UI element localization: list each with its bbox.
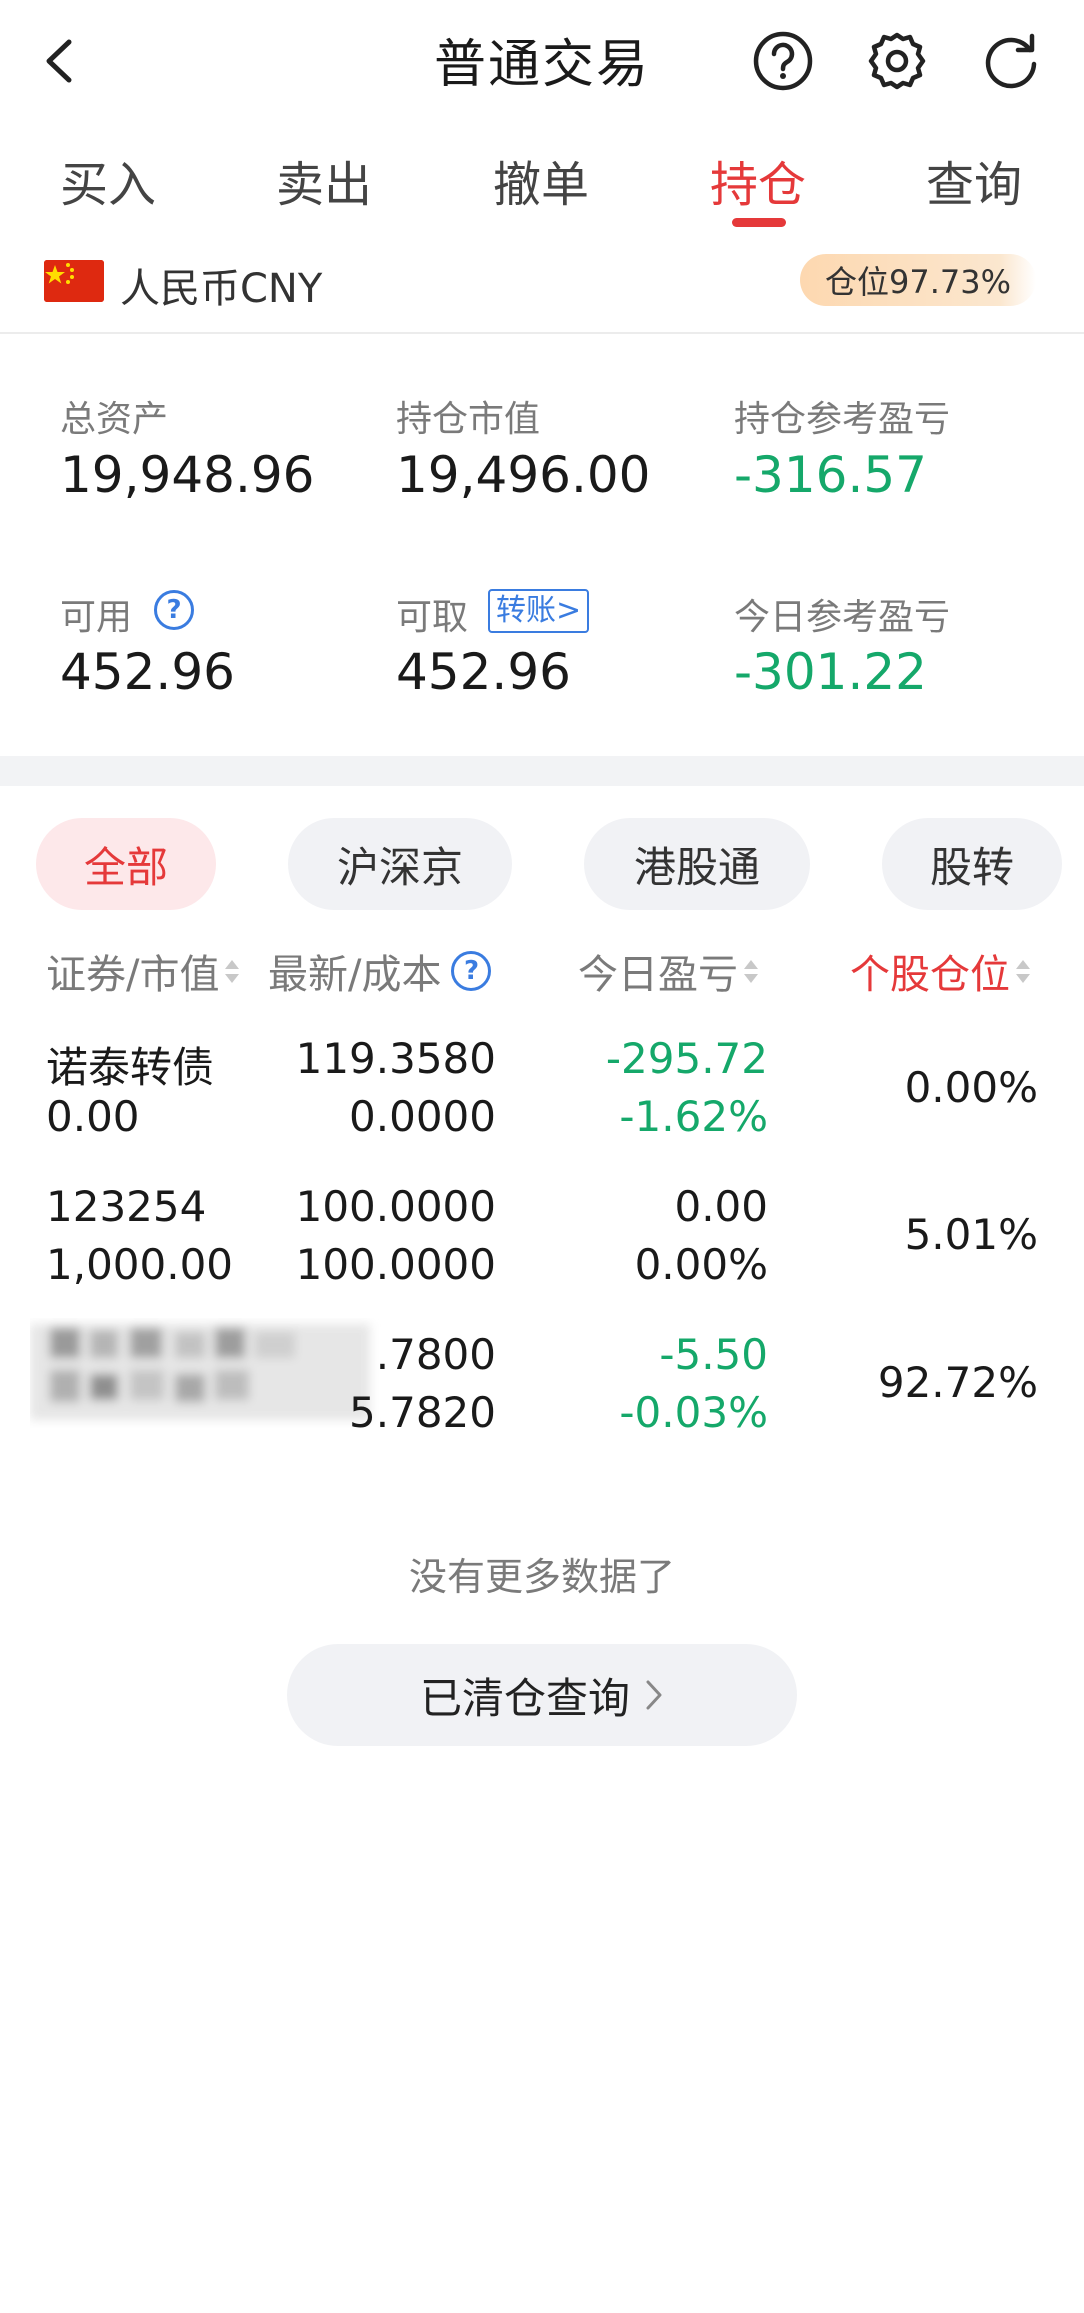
- filter-sh-sz-bj[interactable]: 沪深京: [288, 818, 512, 910]
- sort-icon: [1014, 954, 1032, 988]
- divider: [0, 332, 1084, 334]
- security-name: 123254: [46, 1182, 207, 1231]
- col-weight-header[interactable]: 个股仓位: [850, 942, 1032, 1000]
- position-weight: 0.00%: [904, 1063, 1038, 1112]
- chevron-right-icon: [646, 1680, 662, 1710]
- latest-price: 119.3580: [295, 1034, 496, 1083]
- position-pl-label: 持仓参考盈亏: [734, 399, 951, 440]
- withdrawable-value: 452.96: [396, 643, 571, 701]
- settings-icon[interactable]: [862, 26, 932, 96]
- tab-buy[interactable]: 买入: [60, 145, 156, 215]
- today-pl-value: -301.22: [734, 643, 927, 701]
- transfer-button[interactable]: 转账>: [488, 589, 590, 633]
- today-pl: -295.72: [605, 1034, 768, 1083]
- position-weight: 92.72%: [877, 1358, 1038, 1407]
- col-today-pl-header[interactable]: 今日盈亏: [578, 942, 760, 1000]
- tab-query[interactable]: 查询: [926, 145, 1022, 215]
- today-pl: 0.00: [674, 1182, 768, 1231]
- latest-price: 100.0000: [295, 1182, 496, 1231]
- today-pl-label: 今日参考盈亏: [734, 597, 951, 638]
- available-label: 可用: [60, 597, 133, 638]
- market-value: 1,000.00: [46, 1240, 234, 1289]
- today-pl-pct: 0.00%: [634, 1240, 768, 1289]
- section-divider: [0, 756, 1084, 786]
- help-icon[interactable]: [748, 26, 818, 96]
- cleared-positions-query-button[interactable]: 已清仓查询: [287, 1644, 797, 1746]
- total-assets-label: 总资产: [60, 399, 169, 440]
- filter-neeq[interactable]: 股转: [882, 818, 1062, 910]
- sort-icon: [742, 954, 760, 988]
- currency-label: 人民币CNY: [120, 266, 323, 312]
- cost-price: 5.7820: [349, 1388, 496, 1437]
- cost-price: 0.0000: [349, 1092, 496, 1141]
- active-tab-indicator: [732, 218, 786, 227]
- available-value: 452.96: [60, 643, 235, 701]
- cost-price: 100.0000: [295, 1240, 496, 1289]
- market-value-value: 19,496.00: [396, 446, 651, 504]
- filter-hk-connect[interactable]: 港股通: [584, 818, 810, 910]
- col-price-header[interactable]: 最新/成本 ?: [268, 942, 492, 1000]
- security-name: 诺泰转债: [46, 1043, 215, 1092]
- tab-positions[interactable]: 持仓: [710, 145, 806, 215]
- latest-price: .7800: [375, 1330, 496, 1379]
- sort-icon: [223, 954, 241, 988]
- today-pl-pct: -0.03%: [619, 1388, 768, 1437]
- total-assets-value: 19,948.96: [60, 446, 315, 504]
- china-flag-icon: [44, 260, 104, 302]
- position-ratio-badge: 仓位97.73%: [800, 254, 1036, 306]
- withdrawable-label: 可取: [396, 597, 469, 638]
- today-pl: -5.50: [659, 1330, 768, 1379]
- refresh-icon[interactable]: [976, 26, 1046, 96]
- position-weight: 5.01%: [904, 1210, 1038, 1259]
- filter-all[interactable]: 全部: [36, 818, 216, 910]
- tab-sell[interactable]: 卖出: [276, 145, 372, 215]
- available-help-icon[interactable]: ?: [154, 590, 194, 630]
- tab-cancel-order[interactable]: 撤单: [493, 145, 589, 215]
- price-help-icon[interactable]: ?: [451, 951, 492, 991]
- no-more-data-text: 没有更多数据了: [408, 1555, 675, 1599]
- cleared-query-label: 已清仓查询: [419, 1673, 630, 1723]
- position-pl-value: -316.57: [734, 446, 927, 504]
- col-security-header[interactable]: 证券/市值: [46, 942, 241, 1000]
- market-value-label: 持仓市值: [396, 399, 541, 440]
- market-value: 0.00: [46, 1092, 140, 1141]
- today-pl-pct: -1.62%: [619, 1092, 768, 1141]
